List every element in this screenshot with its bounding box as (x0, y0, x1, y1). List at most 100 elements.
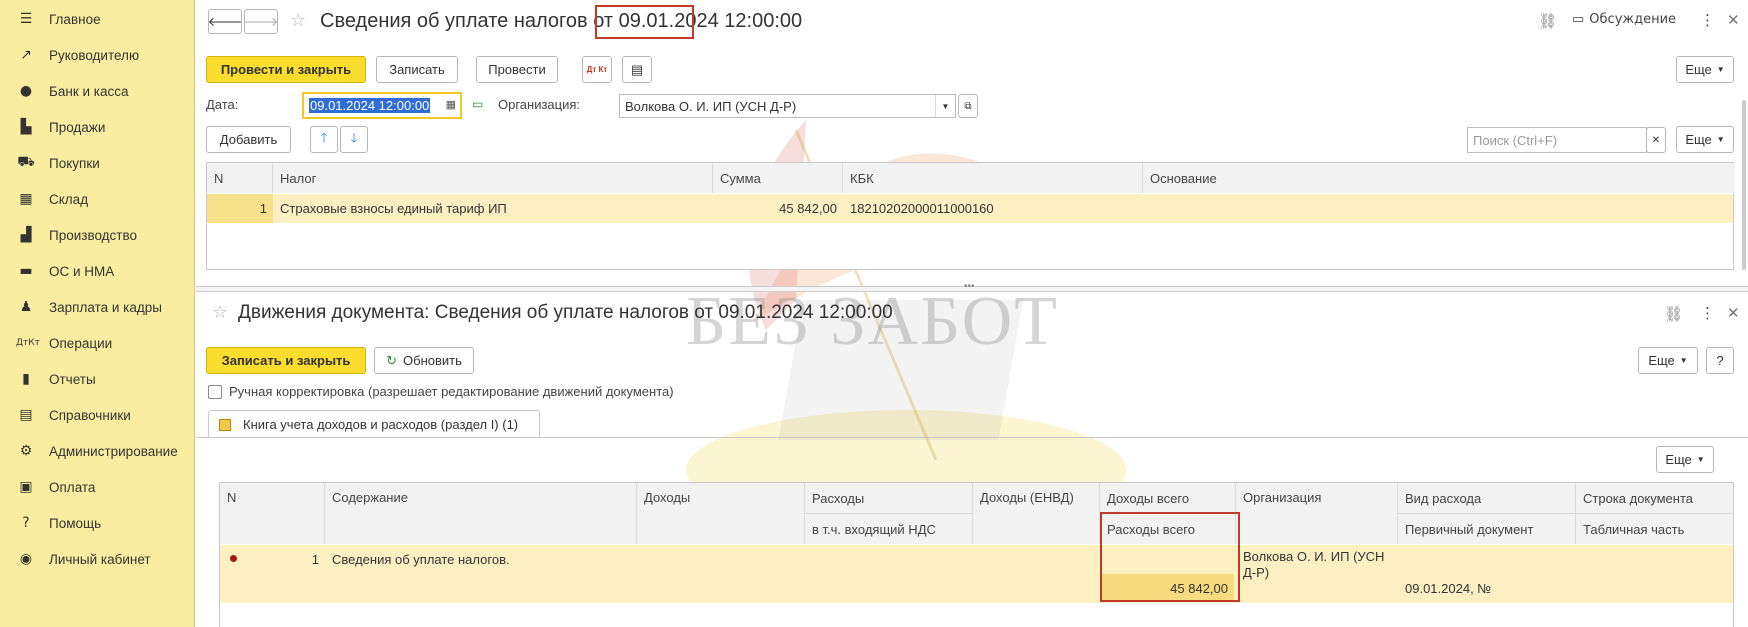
col-header-doc-line[interactable]: Строка документа (1576, 483, 1733, 513)
sidebar-item-account[interactable]: ◉ Личный кабинет (0, 544, 195, 574)
sidebar-item-help[interactable]: ? Помощь (0, 508, 195, 538)
col-header-content[interactable]: Содержание (325, 483, 637, 544)
report-button[interactable]: ▤ (622, 56, 652, 83)
calendar-icon[interactable]: ▦ (446, 98, 456, 111)
table-row[interactable]: 1 Сведения об уплате налогов. 45 842,00 … (220, 545, 1733, 603)
col-header-basis[interactable]: Основание (1143, 163, 1735, 193)
search-input[interactable]: Поиск (Ctrl+F) (1467, 127, 1647, 153)
more-vert-icon[interactable]: ⋮ (1700, 304, 1715, 322)
more-button[interactable]: Еще ▼ (1676, 56, 1734, 83)
sidebar: ☰ Главное ↗ Руководителю ● Банк и касса ▙ Пр… (0, 0, 195, 627)
truck-icon: ▬ (19, 263, 33, 279)
table-more-button[interactable]: Еще ▼ (1676, 126, 1734, 153)
panel-splitter[interactable]: ••• (196, 281, 1748, 292)
col-header-primary-doc[interactable]: Первичный документ (1398, 513, 1576, 544)
forward-button[interactable]: 🡒 (244, 9, 278, 34)
col-header-income-total[interactable]: Доходы всего (1100, 483, 1236, 513)
move-down-button[interactable]: 🡓 (340, 126, 368, 153)
sidebar-item-label: Помощь (49, 515, 102, 531)
cart-icon: ⛟ (17, 154, 35, 170)
sidebar-item-admin[interactable]: ⚙ Администрирование (0, 436, 195, 466)
close-icon: ✕ (1651, 134, 1661, 146)
manual-correction-label: Ручная корректировка (разрешает редактир… (229, 384, 674, 399)
cell-content: Сведения об уплате налогов. (332, 551, 510, 567)
gear-icon: ⚙ (19, 443, 33, 459)
refresh-button[interactable]: ↻ Обновить (374, 347, 474, 374)
sidebar-item-label: Склад (49, 191, 89, 207)
col-header-expense-type[interactable]: Вид расхода (1398, 483, 1576, 513)
col-header-tax[interactable]: Налог (273, 163, 713, 193)
sidebar-item-purchases[interactable]: ⛟ Покупки (0, 148, 195, 178)
sidebar-item-production[interactable]: ▟ Производство (0, 220, 195, 250)
close-icon[interactable]: ✕ (1727, 11, 1740, 29)
dropdown-icon[interactable]: ▼ (935, 95, 955, 117)
add-row-button[interactable]: Добавить (206, 126, 291, 153)
col-header-income-envd[interactable]: Доходы (ЕНВД) (973, 483, 1100, 544)
col-header-n[interactable]: N (207, 163, 273, 193)
discussion-button[interactable]: ▭ Обсуждение (1572, 12, 1676, 27)
link-icon[interactable]: ⛓ (1664, 305, 1683, 323)
col-header-sum[interactable]: Сумма (713, 163, 843, 193)
more-vert-icon[interactable]: ⋮ (1700, 11, 1715, 29)
sidebar-item-label: Руководителю (49, 47, 140, 63)
sidebar-item-assets[interactable]: ▬ ОС и НМА (0, 256, 195, 286)
sidebar-item-bank[interactable]: ● Банк и касса (0, 76, 195, 106)
tab-income-expense-book[interactable]: Книга учета доходов и расходов (раздел I… (208, 410, 540, 438)
sidebar-item-main[interactable]: ☰ Главное (0, 4, 195, 34)
open-organization-button[interactable]: ⧉ (958, 94, 978, 118)
col-header-kbk[interactable]: КБК (843, 163, 1143, 193)
search-placeholder: Поиск (Ctrl+F) (1473, 132, 1558, 148)
open-window-icon: ⧉ (964, 100, 972, 112)
back-button[interactable]: 🡐 (208, 9, 242, 34)
col-header-expenses[interactable]: Расходы (805, 483, 973, 513)
dt-kt-button[interactable]: Дт Кт (582, 56, 612, 83)
close-icon[interactable]: ✕ (1727, 304, 1740, 322)
table-row[interactable]: 1 Страховые взносы единый тариф ИП 45 84… (207, 194, 1733, 223)
trend-icon: ↗ (20, 47, 32, 63)
manual-correction-checkbox[interactable] (208, 385, 222, 399)
save-and-close-button[interactable]: Записать и закрыть (206, 347, 366, 374)
col-header-incoming-vat[interactable]: в т.ч. входящий НДС (805, 513, 973, 544)
highlight-expenses-total (1100, 512, 1240, 602)
organization-field[interactable]: Волкова О. И. ИП (УСН Д-Р) ▼ (619, 94, 956, 118)
refresh-label: Обновить (403, 353, 462, 368)
help-button[interactable]: ? (1706, 347, 1734, 374)
link-icon[interactable]: ⛓ (1538, 12, 1557, 30)
sidebar-item-reports[interactable]: ▮ Отчеты (0, 364, 195, 394)
tab-label: Книга учета доходов и расходов (раздел I… (243, 417, 519, 432)
main-area: УЧЕТ БЕЗ ЗАБОТ 🡐 🡒 ☆ Сведения об уплате … (196, 0, 1748, 627)
sidebar-item-label: Банк и касса (49, 83, 129, 99)
cell-n: 1 (311, 551, 319, 567)
sidebar-item-warehouse[interactable]: ▦ Склад (0, 184, 195, 214)
sidebar-item-sales[interactable]: ▙ Продажи (0, 112, 195, 142)
clear-search-button[interactable]: ✕ (1646, 127, 1666, 153)
favorite-star-icon[interactable]: ☆ (212, 302, 228, 323)
favorite-star-icon[interactable]: ☆ (290, 10, 306, 31)
arrow-down-icon: 🡓 (350, 129, 358, 145)
scrollbar[interactable] (1742, 100, 1746, 270)
post-button[interactable]: Провести (476, 56, 558, 83)
sidebar-item-operations[interactable]: ДтКт Операции (0, 328, 195, 358)
sidebar-item-directories[interactable]: ▤ Справочники (0, 400, 195, 430)
date-field[interactable]: 09.01.2024 12:00:00 ▦ (302, 92, 462, 119)
sidebar-item-salary[interactable]: ♟ Зарплата и кадры (0, 292, 195, 322)
cell-tax: Страховые взносы единый тариф ИП (280, 201, 507, 216)
grid-more-button[interactable]: Еще ▼ (1656, 446, 1714, 473)
save-button[interactable]: Записать (376, 56, 458, 83)
doc-history-icon[interactable]: ▭ (472, 97, 483, 111)
move-up-button[interactable]: 🡑 (310, 126, 338, 153)
col-header-table-part[interactable]: Табличная часть (1576, 513, 1733, 544)
refresh-icon: ↻ (386, 352, 398, 368)
sidebar-item-payment[interactable]: ▣ Оплата (0, 472, 195, 502)
drag-handle-icon: ••• (964, 281, 975, 292)
col-header-income[interactable]: Доходы (637, 483, 805, 544)
warehouse-icon: ▦ (19, 191, 33, 207)
col-header-organization[interactable]: Организация (1236, 483, 1398, 544)
col-header-n[interactable]: N (220, 483, 325, 544)
sidebar-item-manager[interactable]: ↗ Руководителю (0, 40, 195, 70)
dt-kt-icon: ДтКт (16, 338, 40, 348)
movements-more-button[interactable]: Еще ▼ (1638, 347, 1698, 374)
post-and-close-button[interactable]: Провести и закрыть (206, 56, 366, 83)
sidebar-item-label: Справочники (49, 407, 131, 423)
books-icon: ▤ (19, 407, 33, 423)
